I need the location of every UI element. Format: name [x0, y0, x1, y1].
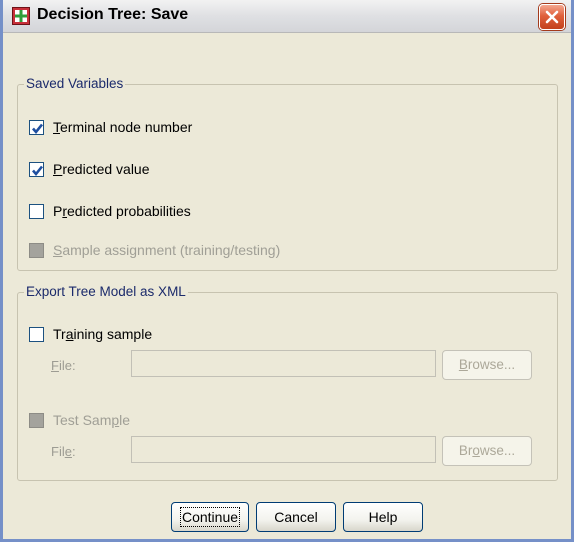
cancel-label: Cancel [274, 509, 318, 525]
test-sample-checkbox [29, 412, 44, 428]
saved-variables-legend: Saved Variables [24, 76, 126, 91]
training-sample-checkbox[interactable] [29, 326, 44, 342]
terminal-node-checkbox[interactable] [29, 119, 44, 135]
export-xml-legend: Export Tree Model as XML [24, 284, 188, 299]
checkmark-icon [32, 165, 44, 176]
save-dialog: Decision Tree: Save Saved Variables Term… [0, 0, 574, 542]
close-button[interactable] [539, 4, 565, 30]
sample-assignment-checkbox [29, 242, 44, 258]
help-button[interactable]: Help [343, 502, 423, 532]
test-sample-option: Test Sample [29, 412, 130, 428]
decision-tree-app-icon [12, 7, 30, 25]
training-browse-button[interactable]: Browse... [442, 350, 532, 380]
terminal-node-label: Terminal node number [53, 119, 193, 135]
training-file-label: File: [51, 358, 76, 373]
sample-assignment-option: Sample assignment (training/testing) [29, 242, 280, 258]
predicted-probabilities-checkbox[interactable] [29, 203, 44, 219]
title-bar[interactable]: Decision Tree: Save [3, 0, 571, 33]
cancel-button[interactable]: Cancel [256, 502, 336, 532]
continue-label: Continue [179, 507, 241, 527]
training-sample-option[interactable]: Training sample [29, 326, 152, 342]
test-sample-label: Test Sample [53, 412, 131, 428]
continue-button[interactable]: Continue [171, 502, 249, 532]
test-browse-button: Browse... [442, 436, 532, 466]
training-file-field[interactable] [131, 350, 436, 377]
terminal-node-option[interactable]: Terminal node number [29, 119, 192, 135]
predicted-probabilities-label: Predicted probabilities [53, 203, 191, 219]
predicted-value-checkbox[interactable] [29, 161, 44, 177]
training-sample-label: Training sample [53, 326, 153, 342]
predicted-value-option[interactable]: Predicted value [29, 161, 150, 177]
help-label: Help [368, 509, 398, 525]
dialog-title: Decision Tree: Save [37, 6, 189, 23]
sample-assignment-label: Sample assignment (training/testing) [53, 242, 281, 258]
test-file-field [131, 436, 436, 463]
test-file-label: File: [51, 444, 76, 459]
predicted-probabilities-option[interactable]: Predicted probabilities [29, 203, 191, 219]
close-x-icon [545, 10, 559, 24]
checkmark-icon [32, 123, 44, 134]
predicted-value-label: Predicted value [53, 161, 150, 177]
